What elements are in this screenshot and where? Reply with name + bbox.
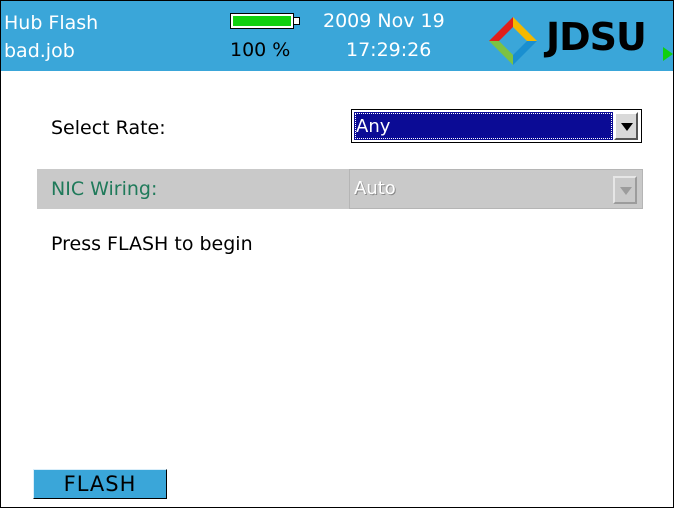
header-bar: Hub Flash bad.job 100 % 2009 Nov 19 17:2…	[1, 1, 673, 71]
select-rate-dropdown[interactable]: Any	[351, 109, 642, 143]
battery-percent: 100 %	[230, 39, 291, 61]
nic-wiring-value: Auto	[354, 178, 396, 199]
status-message: Press FLASH to begin	[51, 233, 253, 255]
scroll-right-icon[interactable]	[663, 47, 673, 61]
flash-button[interactable]: FLASH	[33, 469, 167, 499]
nic-wiring-arrow-button	[613, 176, 637, 204]
nic-wiring-dropdown: Auto	[349, 169, 643, 209]
nic-wiring-label: NIC Wiring:	[51, 178, 158, 200]
screen: Hub Flash bad.job 100 % 2009 Nov 19 17:2…	[0, 0, 674, 508]
job-name: bad.job	[4, 40, 75, 62]
chevron-down-icon	[620, 187, 632, 195]
select-rate-label: Select Rate:	[51, 117, 166, 139]
app-title: Hub Flash	[4, 12, 99, 34]
battery-icon	[230, 13, 294, 29]
brand-name: JDSU	[546, 15, 647, 59]
time-display: 17:29:26	[346, 39, 432, 61]
battery-fill	[233, 16, 291, 26]
select-rate-arrow-button[interactable]	[614, 112, 638, 140]
select-rate-value: Any	[354, 112, 613, 140]
jdsu-logo-icon	[489, 17, 537, 65]
battery-tip	[294, 17, 300, 25]
date-display: 2009 Nov 19	[323, 10, 445, 32]
chevron-down-icon	[621, 123, 633, 131]
